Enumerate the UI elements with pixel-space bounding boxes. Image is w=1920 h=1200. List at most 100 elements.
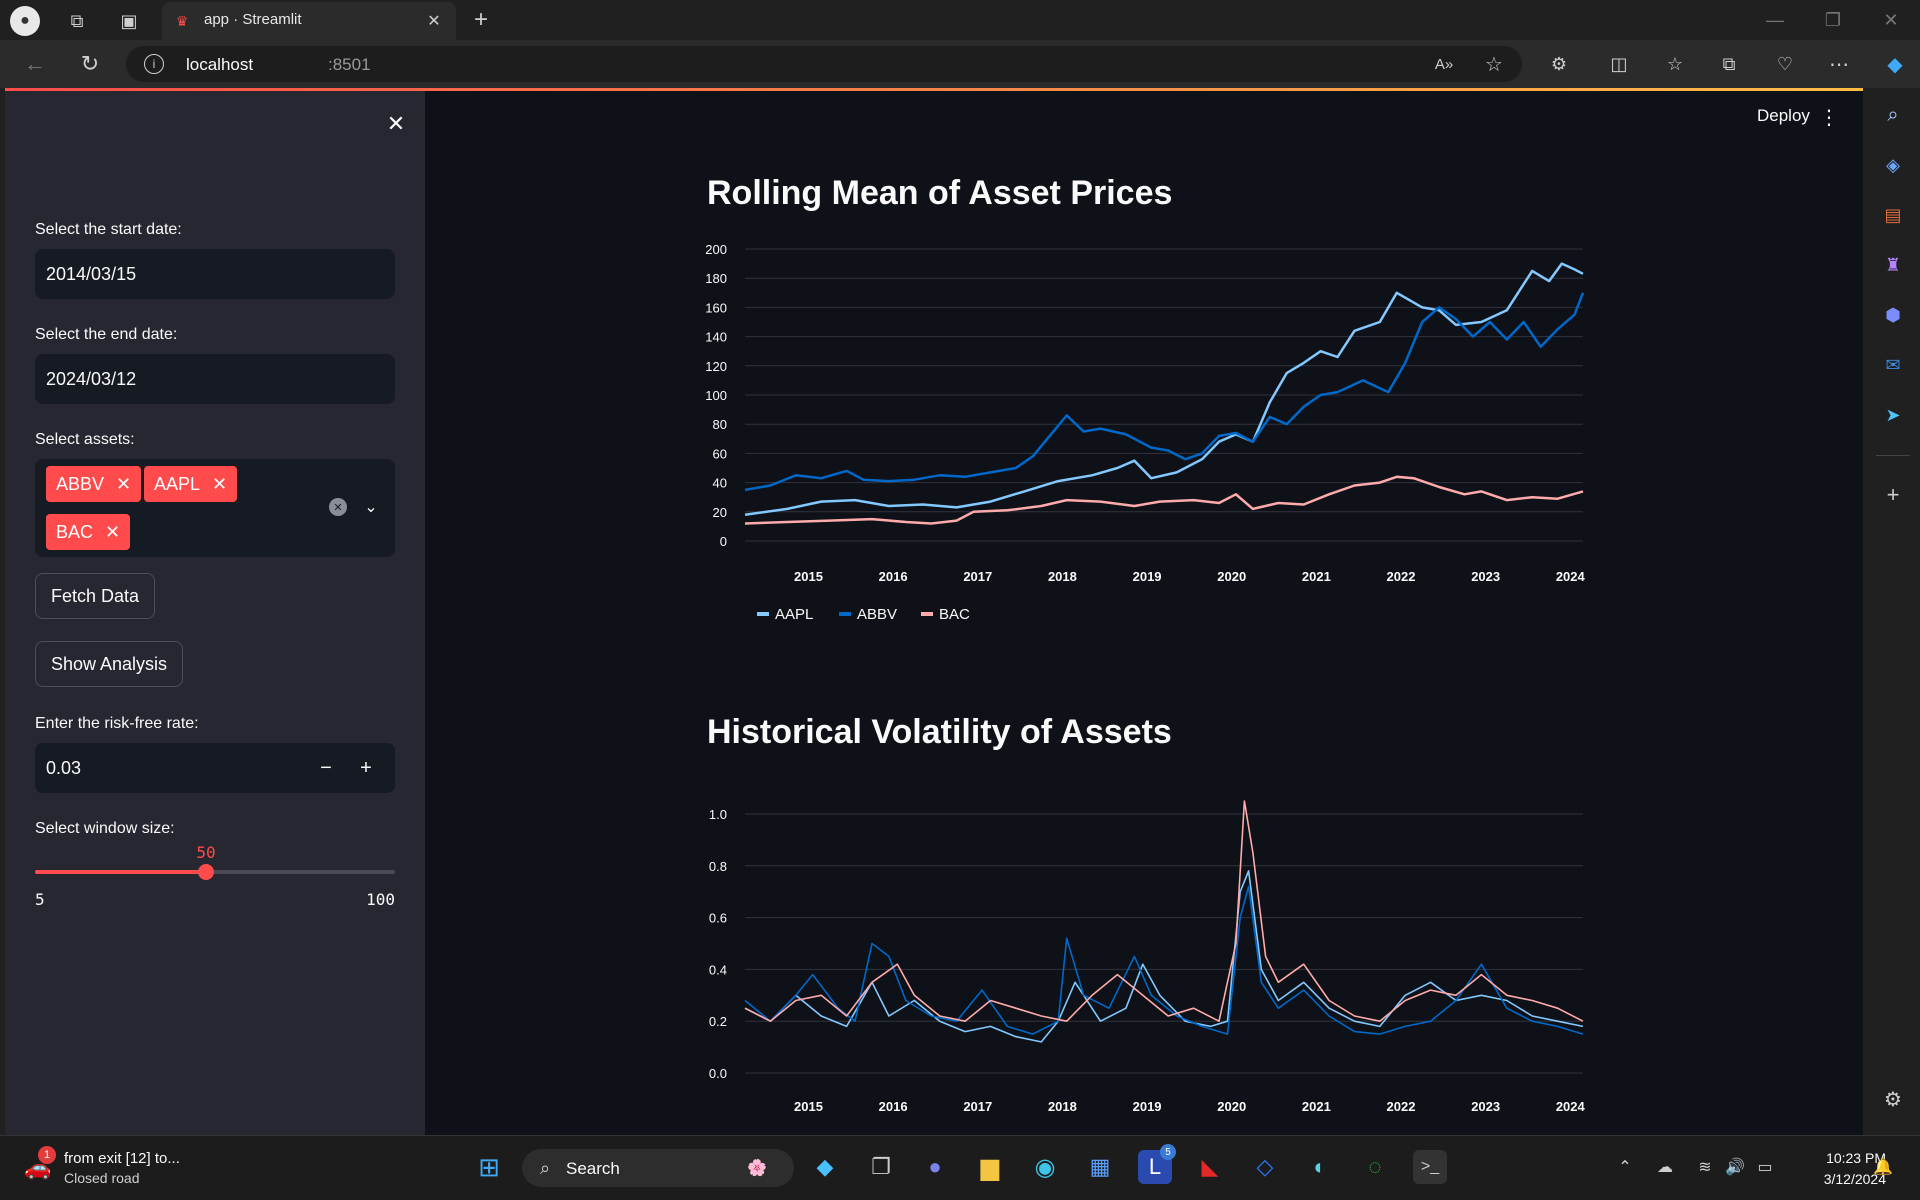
y-tick-label: 0.0 [709,1066,727,1081]
y-tick-label: 160 [705,300,727,315]
url-field[interactable]: i localhost :8501 A» ☆ [126,46,1522,82]
increment-button[interactable]: + [351,753,381,783]
taskbar-search[interactable]: ⌕ Search 🌸 [522,1149,794,1187]
start-date-input[interactable]: 2014/03/15 [35,249,395,299]
settings-gear-icon[interactable]: ⚙ [1878,1084,1908,1114]
x-tick-label: 2017 [963,569,992,584]
series-line-bac [744,800,1584,1022]
lync-icon[interactable]: L 5 [1138,1144,1176,1184]
info-icon[interactable]: i [144,54,164,74]
chevron-up-icon[interactable]: ⌃ [1612,1154,1638,1180]
remove-chip-icon[interactable]: ✕ [105,522,120,543]
more-menu-icon[interactable]: ⋯ [1824,49,1854,79]
x-tick-label: 2018 [1048,569,1077,584]
tools-briefcase-icon[interactable]: ▤ [1878,200,1908,230]
onedrive-icon[interactable]: ☁ [1652,1154,1678,1180]
app-icon[interactable]: ◐ [1303,1150,1337,1184]
sync-icon[interactable]: ◌ [1358,1150,1392,1184]
collections-icon[interactable]: ⧉ [1714,49,1744,79]
close-tab-icon[interactable]: ✕ [424,11,444,31]
close-sidebar-icon[interactable]: ✕ [381,109,411,139]
close-window-icon[interactable]: ✕ [1876,5,1906,35]
dropbox-icon[interactable]: ◇ [1248,1150,1282,1184]
end-date-input[interactable]: 2024/03/12 [35,354,395,404]
add-icon[interactable]: + [1878,480,1908,510]
shopping-tag-icon[interactable]: ◈ [1878,150,1908,180]
search-icon[interactable]: ⌕ [1878,100,1908,130]
teams-icon[interactable]: ● [918,1150,952,1184]
series-line-abbv [744,292,1585,492]
deploy-button[interactable]: Deploy [1757,106,1810,126]
store-icon[interactable]: ▦ [1083,1150,1117,1184]
risk-free-label: Enter the risk-free rate: [35,715,199,732]
asset-chip-bac[interactable]: BAC ✕ [46,514,131,550]
remove-chip-icon[interactable]: ✕ [212,474,227,495]
end-date-label: Select the end date: [35,326,178,343]
series-line-aapl [744,262,1584,516]
profile-icon[interactable]: ● [10,6,40,36]
copilot-icon[interactable]: ◆ [1878,47,1912,81]
legend-label-bac: BAC [939,606,970,623]
traffic-widget[interactable]: 🚗 1 from exit [12] to... Closed road [22,1146,202,1190]
assets-multiselect[interactable]: ABBV ✕ AAPL ✕ BAC ✕ ✕ ⌄ [35,459,395,557]
asset-chip-abbv[interactable]: ABBV ✕ [46,466,142,502]
x-tick-label: 2019 [1133,569,1162,584]
show-analysis-button[interactable]: Show Analysis [35,641,184,687]
task-view-icon[interactable]: ❐ [864,1150,898,1184]
edge-icon[interactable]: ◉ [1028,1150,1062,1184]
rolling-mean-chart[interactable]: 0 20 40 60 80 100 120 140 160 180 200 2015 2016 2017 2… [685,231,1585,641]
clear-all-icon[interactable]: ✕ [329,498,347,516]
refresh-icon[interactable]: ↻ [75,49,105,79]
asset-chip-aapl[interactable]: AAPL ✕ [144,466,238,502]
window-size-slider[interactable]: 50 5 100 [35,843,395,923]
x-tick-label: 2015 [794,1099,823,1114]
series-line-aapl [744,870,1584,1043]
risk-free-input[interactable]: 0.03 − + [35,743,395,793]
workspaces-icon[interactable]: ⧉ [62,6,92,36]
y-tick-label: 200 [705,242,727,257]
y-tick-label: 140 [705,330,727,345]
sidebar-divider [1876,455,1910,456]
outlook-icon[interactable]: ✉ [1878,350,1908,380]
main-menu-icon[interactable]: ⋮ [1817,105,1841,129]
browser-essentials-icon[interactable]: ♡ [1770,49,1800,79]
restore-icon[interactable]: ❐ [1818,5,1848,35]
file-explorer-icon[interactable]: ▆ [973,1150,1007,1184]
notifications-bell-icon[interactable]: 🔔 [1870,1154,1896,1180]
tab-actions-icon[interactable]: ▣ [114,6,144,36]
x-tick-label: 2023 [1471,1099,1500,1114]
wifi-icon[interactable]: ≋ [1692,1154,1718,1180]
slider-thumb[interactable] [198,864,214,880]
extensions-icon[interactable]: ⚙ [1544,49,1574,79]
split-screen-icon[interactable]: ◫ [1604,49,1634,79]
remove-chip-icon[interactable]: ✕ [116,474,131,495]
browser-tab[interactable]: ♛ app · Streamlit ✕ [162,2,456,40]
send-icon[interactable]: ➤ [1878,400,1908,430]
volume-icon[interactable]: 🔊 [1722,1154,1748,1180]
read-aloud-icon[interactable]: A» [1430,50,1458,78]
favorite-star-icon[interactable]: ☆ [1480,50,1508,78]
start-icon[interactable]: ⊞ [472,1150,506,1184]
battery-icon[interactable]: ▭ [1752,1154,1778,1180]
asset-chip-label: AAPL [154,473,201,494]
office-icon[interactable]: ⬢ [1878,300,1908,330]
streamlit-page: ✕ Select the start date: 2014/03/15 Sele… [5,88,1863,1135]
slider-value: 50 [196,843,216,862]
assets-label: Select assets: [35,431,135,448]
favorites-icon[interactable]: ☆ [1660,49,1690,79]
x-tick-label: 2015 [794,569,823,584]
fetch-data-button[interactable]: Fetch Data [35,573,156,619]
volatility-chart[interactable]: 0.0 0.2 0.4 0.6 0.8 1.0 2015 2016 2017 2018 2019 20… [685,781,1585,1135]
copilot-taskbar-icon[interactable]: ◆ [808,1150,842,1184]
back-icon[interactable]: ← [20,49,50,79]
x-tick-label: 2022 [1387,1099,1416,1114]
y-tick-label: 1.0 [709,807,727,822]
minimize-icon[interactable]: — [1760,5,1790,35]
mcafee-icon[interactable]: ◣ [1193,1150,1227,1184]
new-tab-icon[interactable]: + [466,5,496,35]
terminal-icon[interactable]: >_ [1413,1150,1447,1184]
y-tick-label: 100 [705,388,727,403]
decrement-button[interactable]: − [311,753,341,783]
games-icon[interactable]: ♜ [1878,250,1908,280]
chevron-down-icon[interactable]: ⌄ [359,495,383,519]
